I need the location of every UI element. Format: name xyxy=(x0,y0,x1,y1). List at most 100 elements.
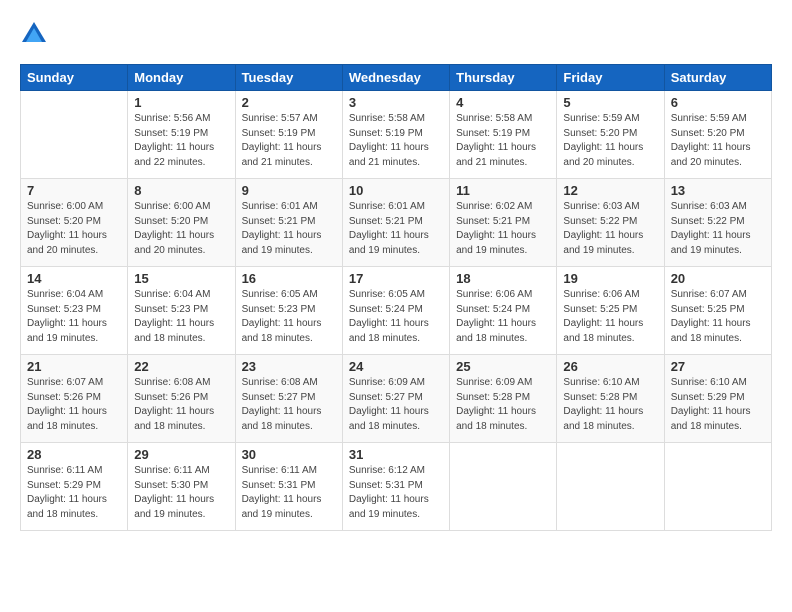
day-info: Sunrise: 6:07 AMSunset: 5:26 PMDaylight:… xyxy=(27,377,107,432)
day-cell xyxy=(450,443,557,531)
day-info: Sunrise: 6:06 AMSunset: 5:25 PMDaylight:… xyxy=(563,289,643,344)
day-number: 8 xyxy=(134,183,228,198)
day-info: Sunrise: 6:07 AMSunset: 5:25 PMDaylight:… xyxy=(671,289,751,344)
day-cell: 21 Sunrise: 6:07 AMSunset: 5:26 PMDaylig… xyxy=(21,355,128,443)
day-cell: 24 Sunrise: 6:09 AMSunset: 5:27 PMDaylig… xyxy=(342,355,449,443)
weekday-header-monday: Monday xyxy=(128,65,235,91)
weekday-header-thursday: Thursday xyxy=(450,65,557,91)
day-number: 1 xyxy=(134,95,228,110)
day-number: 19 xyxy=(563,271,657,286)
logo xyxy=(20,20,52,48)
day-number: 25 xyxy=(456,359,550,374)
weekday-header-wednesday: Wednesday xyxy=(342,65,449,91)
header xyxy=(20,20,772,48)
day-cell: 13 Sunrise: 6:03 AMSunset: 5:22 PMDaylig… xyxy=(664,179,771,267)
day-number: 31 xyxy=(349,447,443,462)
day-number: 5 xyxy=(563,95,657,110)
day-number: 9 xyxy=(242,183,336,198)
day-number: 17 xyxy=(349,271,443,286)
day-number: 22 xyxy=(134,359,228,374)
day-cell: 28 Sunrise: 6:11 AMSunset: 5:29 PMDaylig… xyxy=(21,443,128,531)
day-number: 21 xyxy=(27,359,121,374)
day-cell: 19 Sunrise: 6:06 AMSunset: 5:25 PMDaylig… xyxy=(557,267,664,355)
week-row-5: 28 Sunrise: 6:11 AMSunset: 5:29 PMDaylig… xyxy=(21,443,772,531)
logo-icon xyxy=(20,20,48,48)
day-cell: 26 Sunrise: 6:10 AMSunset: 5:28 PMDaylig… xyxy=(557,355,664,443)
day-info: Sunrise: 6:11 AMSunset: 5:31 PMDaylight:… xyxy=(242,465,322,520)
day-number: 18 xyxy=(456,271,550,286)
day-cell: 18 Sunrise: 6:06 AMSunset: 5:24 PMDaylig… xyxy=(450,267,557,355)
day-info: Sunrise: 5:57 AMSunset: 5:19 PMDaylight:… xyxy=(242,113,322,168)
day-cell xyxy=(557,443,664,531)
week-row-4: 21 Sunrise: 6:07 AMSunset: 5:26 PMDaylig… xyxy=(21,355,772,443)
day-info: Sunrise: 5:56 AMSunset: 5:19 PMDaylight:… xyxy=(134,113,214,168)
day-number: 15 xyxy=(134,271,228,286)
day-info: Sunrise: 6:04 AMSunset: 5:23 PMDaylight:… xyxy=(134,289,214,344)
day-info: Sunrise: 6:08 AMSunset: 5:27 PMDaylight:… xyxy=(242,377,322,432)
day-cell: 23 Sunrise: 6:08 AMSunset: 5:27 PMDaylig… xyxy=(235,355,342,443)
day-cell: 8 Sunrise: 6:00 AMSunset: 5:20 PMDayligh… xyxy=(128,179,235,267)
day-info: Sunrise: 6:04 AMSunset: 5:23 PMDaylight:… xyxy=(27,289,107,344)
day-info: Sunrise: 6:00 AMSunset: 5:20 PMDaylight:… xyxy=(134,201,214,256)
day-number: 28 xyxy=(27,447,121,462)
day-info: Sunrise: 5:58 AMSunset: 5:19 PMDaylight:… xyxy=(349,113,429,168)
day-number: 14 xyxy=(27,271,121,286)
day-info: Sunrise: 5:58 AMSunset: 5:19 PMDaylight:… xyxy=(456,113,536,168)
day-cell: 29 Sunrise: 6:11 AMSunset: 5:30 PMDaylig… xyxy=(128,443,235,531)
day-number: 4 xyxy=(456,95,550,110)
day-number: 29 xyxy=(134,447,228,462)
weekday-header-row: SundayMondayTuesdayWednesdayThursdayFrid… xyxy=(21,65,772,91)
day-cell: 12 Sunrise: 6:03 AMSunset: 5:22 PMDaylig… xyxy=(557,179,664,267)
day-cell: 9 Sunrise: 6:01 AMSunset: 5:21 PMDayligh… xyxy=(235,179,342,267)
day-cell: 14 Sunrise: 6:04 AMSunset: 5:23 PMDaylig… xyxy=(21,267,128,355)
weekday-header-saturday: Saturday xyxy=(664,65,771,91)
day-number: 3 xyxy=(349,95,443,110)
day-info: Sunrise: 6:10 AMSunset: 5:28 PMDaylight:… xyxy=(563,377,643,432)
day-number: 20 xyxy=(671,271,765,286)
day-cell: 15 Sunrise: 6:04 AMSunset: 5:23 PMDaylig… xyxy=(128,267,235,355)
day-info: Sunrise: 6:12 AMSunset: 5:31 PMDaylight:… xyxy=(349,465,429,520)
day-cell: 25 Sunrise: 6:09 AMSunset: 5:28 PMDaylig… xyxy=(450,355,557,443)
day-info: Sunrise: 6:09 AMSunset: 5:27 PMDaylight:… xyxy=(349,377,429,432)
day-cell: 11 Sunrise: 6:02 AMSunset: 5:21 PMDaylig… xyxy=(450,179,557,267)
day-cell: 6 Sunrise: 5:59 AMSunset: 5:20 PMDayligh… xyxy=(664,91,771,179)
day-cell: 22 Sunrise: 6:08 AMSunset: 5:26 PMDaylig… xyxy=(128,355,235,443)
day-info: Sunrise: 6:10 AMSunset: 5:29 PMDaylight:… xyxy=(671,377,751,432)
day-number: 24 xyxy=(349,359,443,374)
day-cell: 5 Sunrise: 5:59 AMSunset: 5:20 PMDayligh… xyxy=(557,91,664,179)
day-cell: 10 Sunrise: 6:01 AMSunset: 5:21 PMDaylig… xyxy=(342,179,449,267)
day-number: 2 xyxy=(242,95,336,110)
day-cell: 31 Sunrise: 6:12 AMSunset: 5:31 PMDaylig… xyxy=(342,443,449,531)
day-info: Sunrise: 6:01 AMSunset: 5:21 PMDaylight:… xyxy=(349,201,429,256)
week-row-1: 1 Sunrise: 5:56 AMSunset: 5:19 PMDayligh… xyxy=(21,91,772,179)
day-number: 10 xyxy=(349,183,443,198)
day-number: 7 xyxy=(27,183,121,198)
day-cell: 16 Sunrise: 6:05 AMSunset: 5:23 PMDaylig… xyxy=(235,267,342,355)
day-cell: 7 Sunrise: 6:00 AMSunset: 5:20 PMDayligh… xyxy=(21,179,128,267)
week-row-2: 7 Sunrise: 6:00 AMSunset: 5:20 PMDayligh… xyxy=(21,179,772,267)
day-info: Sunrise: 6:01 AMSunset: 5:21 PMDaylight:… xyxy=(242,201,322,256)
day-info: Sunrise: 6:02 AMSunset: 5:21 PMDaylight:… xyxy=(456,201,536,256)
day-cell: 27 Sunrise: 6:10 AMSunset: 5:29 PMDaylig… xyxy=(664,355,771,443)
weekday-header-friday: Friday xyxy=(557,65,664,91)
day-number: 13 xyxy=(671,183,765,198)
weekday-header-tuesday: Tuesday xyxy=(235,65,342,91)
day-number: 23 xyxy=(242,359,336,374)
week-row-3: 14 Sunrise: 6:04 AMSunset: 5:23 PMDaylig… xyxy=(21,267,772,355)
day-info: Sunrise: 5:59 AMSunset: 5:20 PMDaylight:… xyxy=(563,113,643,168)
page: SundayMondayTuesdayWednesdayThursdayFrid… xyxy=(0,0,792,612)
day-cell: 17 Sunrise: 6:05 AMSunset: 5:24 PMDaylig… xyxy=(342,267,449,355)
day-cell: 2 Sunrise: 5:57 AMSunset: 5:19 PMDayligh… xyxy=(235,91,342,179)
day-number: 12 xyxy=(563,183,657,198)
day-info: Sunrise: 6:00 AMSunset: 5:20 PMDaylight:… xyxy=(27,201,107,256)
day-info: Sunrise: 6:09 AMSunset: 5:28 PMDaylight:… xyxy=(456,377,536,432)
day-cell xyxy=(21,91,128,179)
day-number: 30 xyxy=(242,447,336,462)
day-number: 26 xyxy=(563,359,657,374)
day-number: 16 xyxy=(242,271,336,286)
day-info: Sunrise: 6:03 AMSunset: 5:22 PMDaylight:… xyxy=(671,201,751,256)
day-number: 6 xyxy=(671,95,765,110)
day-number: 11 xyxy=(456,183,550,198)
day-cell: 30 Sunrise: 6:11 AMSunset: 5:31 PMDaylig… xyxy=(235,443,342,531)
weekday-header-sunday: Sunday xyxy=(21,65,128,91)
